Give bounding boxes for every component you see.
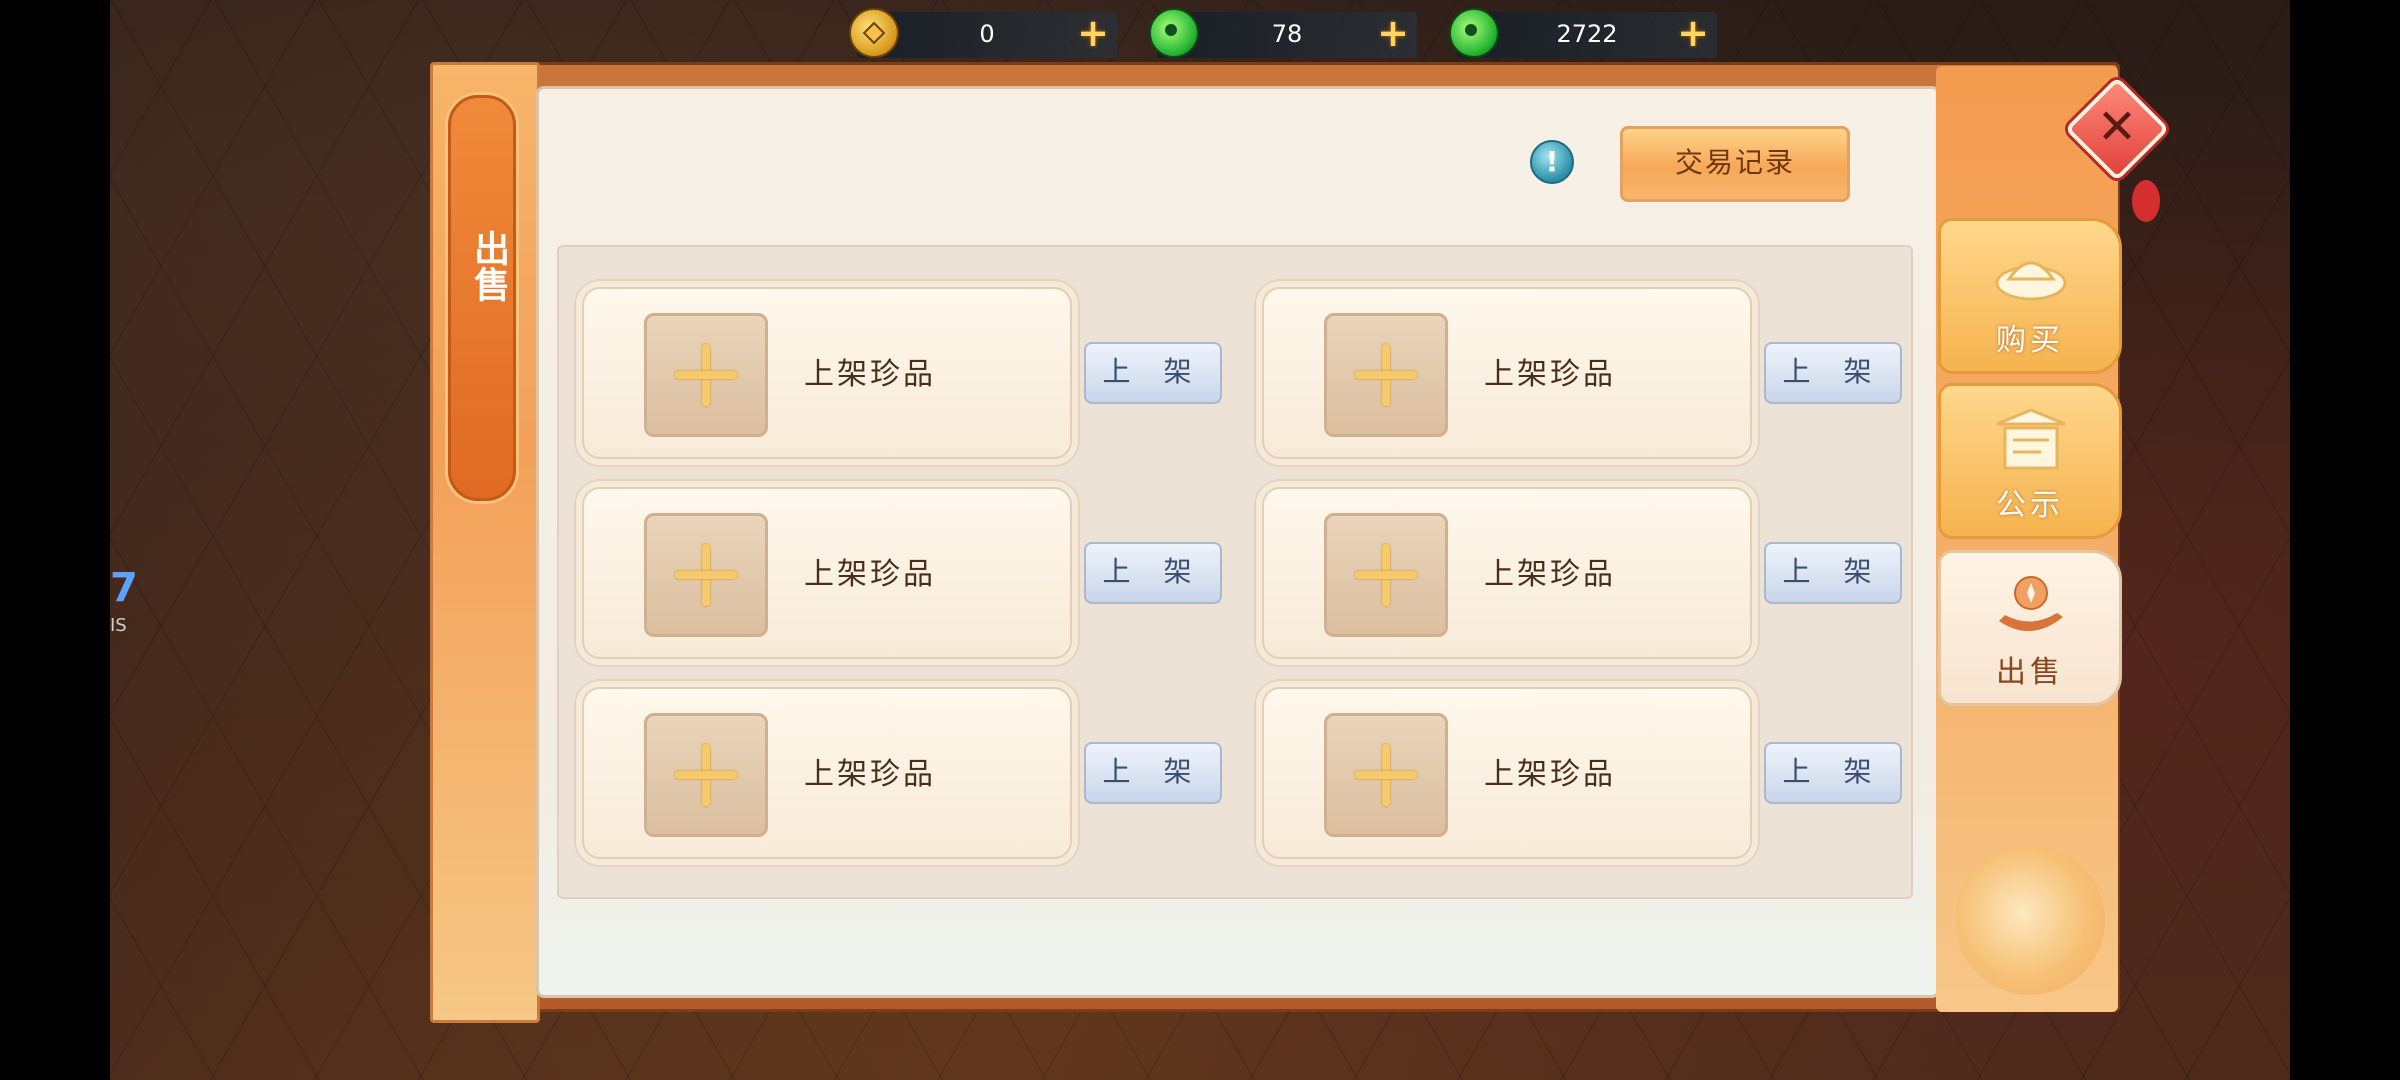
tab-sell-label: 出售 <box>468 230 509 302</box>
plus-icon[interactable] <box>644 713 768 837</box>
info-icon[interactable]: ! <box>1530 140 1574 184</box>
pavilion-board-icon <box>1996 408 2066 470</box>
side-stub-text: IS <box>110 615 127 636</box>
tab-buy[interactable]: 购买 <box>1938 218 2122 374</box>
tab-label: 公示 <box>1996 488 2064 523</box>
tassel-decoration <box>2132 180 2160 222</box>
jade-icon <box>1149 8 1199 58</box>
coin-icon <box>849 8 899 58</box>
list-button[interactable]: 上 架 <box>1764 542 1902 604</box>
slot-label: 上架珍品 <box>1484 557 1616 592</box>
slot-label: 上架珍品 <box>804 757 936 792</box>
plus-icon[interactable] <box>1324 713 1448 837</box>
slot-label: 上架珍品 <box>804 557 936 592</box>
currency-copper: 0 + <box>849 8 1117 58</box>
side-stub-number: 7 <box>110 565 138 611</box>
plus-icon[interactable] <box>644 513 768 637</box>
plus-icon[interactable] <box>1324 513 1448 637</box>
plus-icon[interactable] <box>644 313 768 437</box>
currency-value: 2722 <box>1556 20 1618 48</box>
listing-slot[interactable]: 上架珍品 <box>582 487 1072 659</box>
add-bound-jade-button[interactable]: + <box>1675 14 1711 52</box>
ingot-icon <box>1995 261 2067 301</box>
tab-label: 出售 <box>1996 655 2064 690</box>
list-button[interactable]: 上 架 <box>1084 742 1222 804</box>
slot-label: 上架珍品 <box>1484 357 1616 392</box>
add-copper-button[interactable]: + <box>1075 14 1111 52</box>
listing-slot[interactable]: 上架珍品 <box>582 687 1072 859</box>
plus-icon[interactable] <box>1324 313 1448 437</box>
slot-label: 上架珍品 <box>804 357 936 392</box>
list-button[interactable]: 上 架 <box>1084 542 1222 604</box>
list-button[interactable]: 上 架 <box>1084 342 1222 404</box>
trade-record-button[interactable]: 交易记录 <box>1620 126 1850 202</box>
currency-bound-jade: 2722 + <box>1449 8 1717 58</box>
tab-sell[interactable]: 出售 <box>1938 550 2122 706</box>
jade-icon <box>1449 8 1499 58</box>
slot-label: 上架珍品 <box>1484 757 1616 792</box>
hand-coin-icon <box>1999 576 2063 632</box>
crane-decoration <box>1955 845 2105 995</box>
currency-jade: 78 + <box>1149 8 1417 58</box>
add-jade-button[interactable]: + <box>1375 14 1411 52</box>
tab-label: 购买 <box>1996 323 2064 358</box>
listing-slot[interactable]: 上架珍品 <box>1262 687 1752 859</box>
list-button[interactable]: 上 架 <box>1764 742 1902 804</box>
listing-slot[interactable]: 上架珍品 <box>582 287 1072 459</box>
tab-notice[interactable]: 公示 <box>1938 383 2122 539</box>
close-icon: ✕ <box>2096 99 2138 155</box>
listing-slot[interactable]: 上架珍品 <box>1262 287 1752 459</box>
listing-slot[interactable]: 上架珍品 <box>1262 487 1752 659</box>
currency-value: 0 <box>979 20 995 48</box>
list-button[interactable]: 上 架 <box>1764 342 1902 404</box>
currency-value: 78 <box>1271 20 1303 48</box>
